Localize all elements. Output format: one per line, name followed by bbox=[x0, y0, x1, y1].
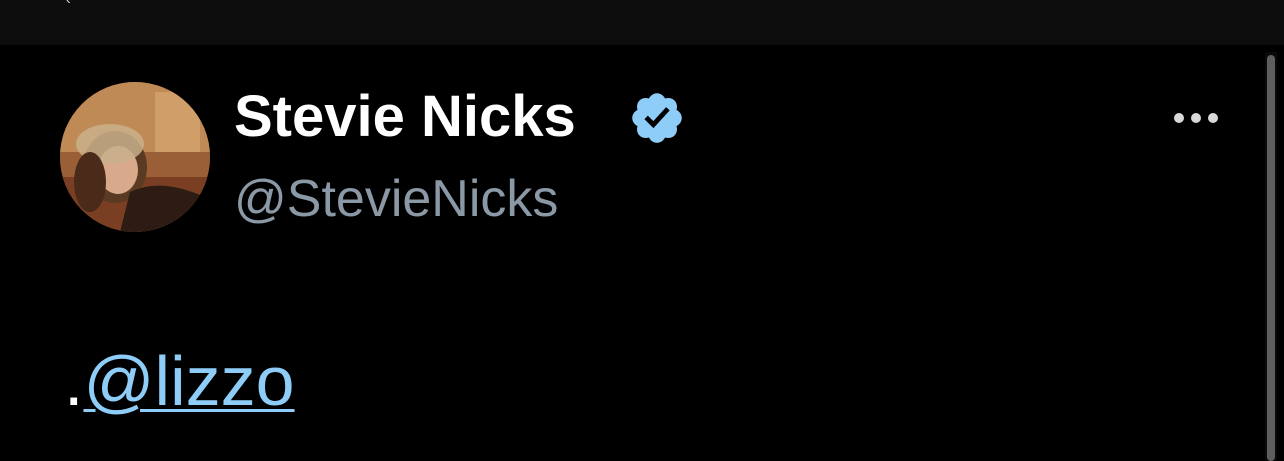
display-name[interactable]: Stevie Nicks bbox=[234, 82, 576, 152]
tweet-prefix: . bbox=[64, 342, 84, 420]
more-options-icon[interactable] bbox=[1170, 104, 1222, 132]
mention-link[interactable]: @lizzo bbox=[83, 342, 294, 420]
top-navigation-bar: ‹ bbox=[0, 0, 1284, 45]
back-chevron-icon[interactable]: ‹ bbox=[66, 0, 76, 6]
scrollbar-thumb[interactable] bbox=[1267, 55, 1275, 461]
tweet-text: .@lizzo bbox=[64, 336, 295, 426]
profile-photo-icon bbox=[60, 82, 210, 232]
verified-badge-icon bbox=[632, 93, 682, 143]
avatar[interactable] bbox=[60, 82, 210, 232]
user-handle[interactable]: @StevieNicks bbox=[234, 166, 558, 232]
tweet-screen: ‹ Stevie Nicks @StevieNicks .@lizzo bbox=[0, 0, 1284, 461]
